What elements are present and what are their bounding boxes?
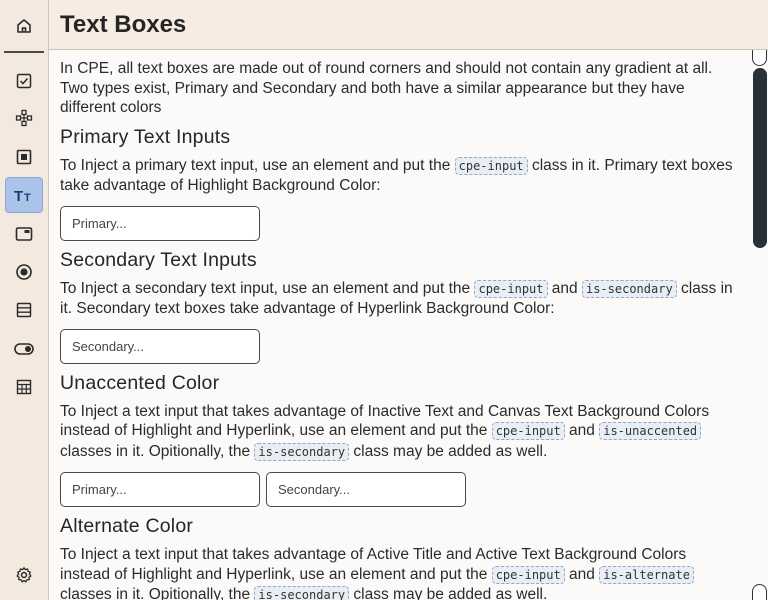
text-icon: T T (14, 188, 31, 203)
section-text-secondary: To Inject a secondary text input, use an… (60, 279, 733, 317)
sidebar-item-home[interactable] (0, 0, 48, 52)
code-cpe-input: cpe-input (474, 279, 548, 298)
svg-text:T: T (24, 192, 31, 203)
scroll-thumb[interactable] (753, 68, 767, 248)
vertical-scrollbar[interactable] (752, 50, 768, 600)
sidebar-item-toggles[interactable] (5, 331, 43, 367)
section-heading-alternate: Alternate Color (60, 515, 194, 537)
sidebar-item-network[interactable] (5, 100, 43, 136)
list-icon (16, 302, 32, 318)
unaccented-secondary-input[interactable]: Secondary... (266, 472, 466, 507)
table-icon (16, 379, 32, 395)
scroll-down-cap[interactable] (752, 584, 767, 600)
code-is-alternate: is-alternate (599, 565, 694, 584)
sidebar: T T (0, 0, 48, 600)
code-cpe-input: cpe-input (491, 422, 565, 440)
section-heading-primary: Primary Text Inputs (60, 125, 231, 148)
code-is-secondary: is-secondary (254, 586, 350, 600)
secondary-text-input[interactable]: Secondary... (60, 328, 260, 364)
gear-icon (16, 567, 32, 583)
network-icon (15, 109, 33, 127)
sidebar-item-checkboxes[interactable] (5, 63, 43, 99)
code-is-secondary: is-secondary (254, 442, 350, 461)
toggle-icon (14, 343, 34, 355)
intro-text: In CPE, all text boxes are made out of r… (60, 60, 713, 116)
window-icon (15, 227, 33, 241)
scroll-up-cap[interactable] (752, 50, 767, 66)
main-content: In CPE, all text boxes are made out of r… (48, 50, 752, 600)
sidebar-item-windows[interactable] (5, 216, 43, 252)
sidebar-item-radio[interactable] (5, 254, 43, 290)
sidebar-divider (4, 51, 44, 53)
unaccented-primary-input[interactable]: Primary... (60, 472, 260, 507)
sidebar-item-tables[interactable] (5, 369, 43, 405)
sidebar-item-settings[interactable] (5, 557, 43, 593)
sidebar-item-lists[interactable] (5, 292, 43, 328)
section-heading-secondary: Secondary Text Inputs (60, 248, 257, 271)
square-icon (16, 149, 32, 165)
home-icon (17, 19, 31, 33)
code-is-secondary: is-secondary (581, 279, 677, 298)
section-heading-unaccented: Unaccented Color (60, 371, 220, 394)
svg-text:T: T (14, 188, 23, 203)
section-text-unaccented: To Inject a text input that takes advant… (60, 402, 710, 461)
sidebar-item-text-boxes[interactable]: T T (5, 177, 43, 213)
code-cpe-input: cpe-input (454, 156, 528, 175)
page-header: Text Boxes (48, 0, 768, 50)
checkbox-icon (16, 73, 32, 89)
primary-text-input[interactable]: Primary... (60, 205, 260, 241)
code-is-unaccented: is-unaccented (599, 422, 702, 440)
section-text-primary: To Inject a primary text input, use an e… (60, 156, 733, 194)
code-cpe-input: cpe-input (491, 565, 565, 584)
sidebar-item-buttons[interactable] (5, 139, 43, 175)
radio-icon (16, 264, 32, 280)
section-text-alternate: To Inject a text input that takes advant… (60, 545, 740, 600)
page-title: Text Boxes (60, 10, 187, 38)
